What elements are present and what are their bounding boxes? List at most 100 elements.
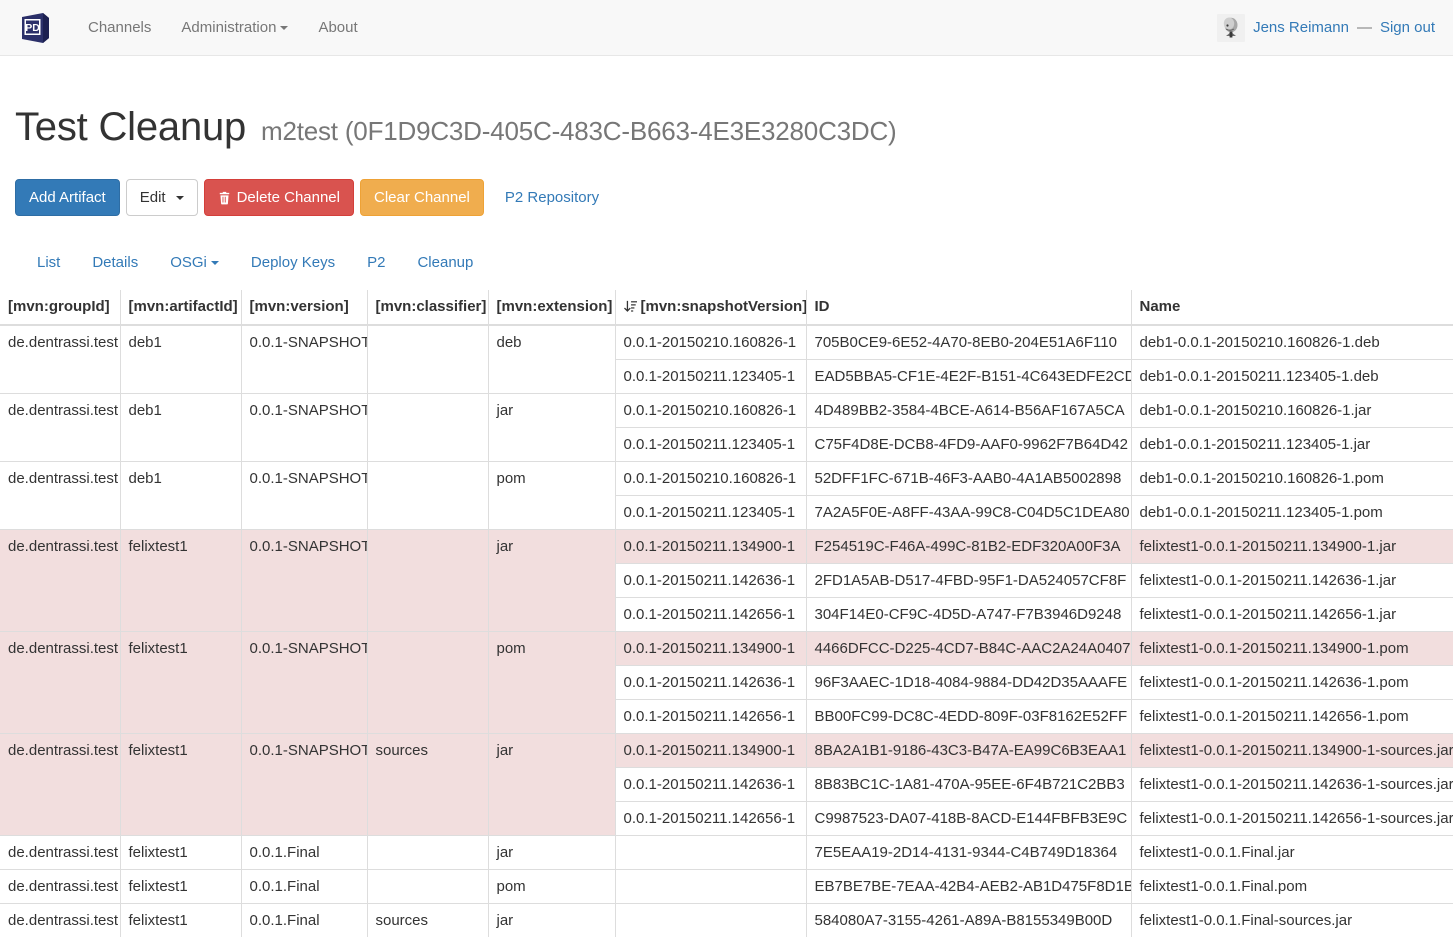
artifactid-cell: deb1 bbox=[120, 394, 241, 462]
chevron-down-icon bbox=[280, 26, 288, 30]
chevron-down-icon bbox=[211, 261, 219, 265]
tab-list-label: List bbox=[37, 254, 60, 271]
id-cell: 8BA2A1B1-9186-43C3-B47A-EA99C6B3EAA1 bbox=[806, 734, 1131, 768]
snapshotversion-cell: 0.0.1-20150211.142656-1 bbox=[615, 700, 806, 734]
delete-channel-button[interactable]: Delete Channel bbox=[204, 179, 354, 216]
col-header-classifier-label: [mvn:classifier] bbox=[376, 298, 487, 315]
name-cell: deb1-0.0.1-20150211.123405-1.pom bbox=[1131, 496, 1453, 530]
edit-label: Edit bbox=[140, 187, 166, 208]
col-header-snapshotversion[interactable]: [mvn:snapshotVersion] bbox=[615, 290, 806, 325]
user-area: Jens Reimann — Sign out bbox=[1217, 14, 1435, 42]
trash-icon bbox=[218, 191, 231, 205]
id-cell: C9987523-DA07-418B-8ACD-E144FBFB3E9C bbox=[806, 802, 1131, 836]
table-row[interactable]: de.dentrassi.testdeb10.0.1-SNAPSHOTpom0.… bbox=[0, 462, 1453, 496]
groupid-cell: de.dentrassi.test bbox=[0, 870, 120, 904]
name-cell: deb1-0.0.1-20150210.160826-1.jar bbox=[1131, 394, 1453, 428]
snapshotversion-cell bbox=[615, 904, 806, 937]
id-cell: 705B0CE9-6E52-4A70-8EB0-204E51A6F110 bbox=[806, 325, 1131, 360]
page-container: Test Cleanup m2test (0F1D9C3D-405C-483C-… bbox=[0, 56, 1453, 281]
sign-out-link[interactable]: Sign out bbox=[1380, 19, 1435, 36]
table-row[interactable]: de.dentrassi.testdeb10.0.1-SNAPSHOTdeb0.… bbox=[0, 325, 1453, 360]
nav-item-administration[interactable]: Administration bbox=[166, 0, 303, 56]
clear-channel-button[interactable]: Clear Channel bbox=[360, 179, 484, 216]
nav-item-channels-label: Channels bbox=[88, 19, 151, 36]
svg-text:PD: PD bbox=[25, 22, 40, 34]
avatar-image-icon bbox=[1217, 14, 1245, 42]
table-row[interactable]: de.dentrassi.testfelixtest10.0.1-SNAPSHO… bbox=[0, 734, 1453, 768]
table-row[interactable]: de.dentrassi.testfelixtest10.0.1.Finalpo… bbox=[0, 870, 1453, 904]
classifier-cell bbox=[367, 462, 488, 530]
brand-logo[interactable]: PD bbox=[15, 8, 55, 48]
col-header-groupid[interactable]: [mvn:groupId] bbox=[0, 290, 120, 325]
col-header-version[interactable]: [mvn:version] bbox=[241, 290, 367, 325]
table-row[interactable]: de.dentrassi.testfelixtest10.0.1-SNAPSHO… bbox=[0, 530, 1453, 564]
id-cell: 584080A7-3155-4261-A89A-B8155349B00D bbox=[806, 904, 1131, 937]
name-cell: felixtest1-0.0.1.Final.pom bbox=[1131, 870, 1453, 904]
pd-cube-icon: PD bbox=[18, 11, 52, 45]
snapshotversion-cell: 0.0.1-20150211.142636-1 bbox=[615, 666, 806, 700]
tab-osgi[interactable]: OSGi bbox=[154, 244, 235, 281]
groupid-cell: de.dentrassi.test bbox=[0, 462, 120, 530]
extension-cell: jar bbox=[488, 734, 615, 836]
artifactid-cell: felixtest1 bbox=[120, 734, 241, 836]
classifier-cell: sources bbox=[367, 734, 488, 836]
id-cell: C75F4D8E-DCB8-4FD9-AAF0-9962F7B64D42 bbox=[806, 428, 1131, 462]
add-artifact-button[interactable]: Add Artifact bbox=[15, 179, 120, 216]
snapshotversion-cell: 0.0.1-20150211.123405-1 bbox=[615, 360, 806, 394]
table-row[interactable]: de.dentrassi.testdeb10.0.1-SNAPSHOTjar0.… bbox=[0, 394, 1453, 428]
id-cell: 7A2A5F0E-A8FF-43AA-99C8-C04D5C1DEA80 bbox=[806, 496, 1131, 530]
col-header-name[interactable]: Name bbox=[1131, 290, 1453, 325]
id-cell: 8B83BC1C-1A81-470A-95EE-6F4B721C2BB3 bbox=[806, 768, 1131, 802]
edit-dropdown-button[interactable]: Edit bbox=[126, 179, 198, 216]
col-header-id[interactable]: ID bbox=[806, 290, 1131, 325]
user-name-link[interactable]: Jens Reimann bbox=[1253, 19, 1349, 36]
extension-cell: jar bbox=[488, 836, 615, 870]
classifier-cell bbox=[367, 394, 488, 462]
artifactid-cell: deb1 bbox=[120, 325, 241, 394]
snapshotversion-cell: 0.0.1-20150211.123405-1 bbox=[615, 428, 806, 462]
extension-cell: pom bbox=[488, 870, 615, 904]
name-cell: felixtest1-0.0.1-20150211.142656-1.pom bbox=[1131, 700, 1453, 734]
col-header-extension[interactable]: [mvn:extension] bbox=[488, 290, 615, 325]
table-row[interactable]: de.dentrassi.testfelixtest10.0.1-SNAPSHO… bbox=[0, 632, 1453, 666]
add-artifact-label: Add Artifact bbox=[29, 187, 106, 208]
groupid-cell: de.dentrassi.test bbox=[0, 734, 120, 836]
snapshotversion-cell: 0.0.1-20150211.142656-1 bbox=[615, 598, 806, 632]
groupid-cell: de.dentrassi.test bbox=[0, 836, 120, 870]
classifier-cell bbox=[367, 325, 488, 394]
tab-list[interactable]: List bbox=[21, 244, 76, 281]
col-header-artifactid[interactable]: [mvn:artifactId] bbox=[120, 290, 241, 325]
artifactid-cell: felixtest1 bbox=[120, 632, 241, 734]
groupid-cell: de.dentrassi.test bbox=[0, 904, 120, 937]
chevron-down-icon bbox=[176, 196, 184, 200]
table-header-row: [mvn:groupId] [mvn:artifactId] [mvn:vers… bbox=[0, 290, 1453, 325]
table-head: [mvn:groupId] [mvn:artifactId] [mvn:vers… bbox=[0, 290, 1453, 325]
col-header-classifier[interactable]: [mvn:classifier] bbox=[367, 290, 488, 325]
tab-deploy-keys[interactable]: Deploy Keys bbox=[235, 244, 351, 281]
tab-cleanup[interactable]: Cleanup bbox=[401, 244, 489, 281]
col-header-snapshotversion-label: [mvn:snapshotVersion] bbox=[641, 298, 807, 315]
table-row[interactable]: de.dentrassi.testfelixtest10.0.1.Finalja… bbox=[0, 836, 1453, 870]
id-cell: F254519C-F46A-499C-81B2-EDF320A00F3A bbox=[806, 530, 1131, 564]
id-cell: 2FD1A5AB-D517-4FBD-95F1-DA524057CF8F bbox=[806, 564, 1131, 598]
name-cell: felixtest1-0.0.1-20150211.134900-1.pom bbox=[1131, 632, 1453, 666]
p2-repository-link[interactable]: P2 Repository bbox=[490, 179, 613, 216]
classifier-cell bbox=[367, 870, 488, 904]
nav-item-about[interactable]: About bbox=[303, 0, 372, 56]
nav-item-channels[interactable]: Channels bbox=[73, 0, 166, 56]
classifier-cell bbox=[367, 836, 488, 870]
classifier-cell bbox=[367, 632, 488, 734]
tab-details[interactable]: Details bbox=[76, 244, 154, 281]
version-cell: 0.0.1-SNAPSHOT bbox=[241, 462, 367, 530]
tab-p2[interactable]: P2 bbox=[351, 244, 401, 281]
groupid-cell: de.dentrassi.test bbox=[0, 325, 120, 394]
snapshotversion-cell: 0.0.1-20150211.142636-1 bbox=[615, 768, 806, 802]
id-cell: 304F14E0-CF9C-4D5D-A747-F7B3946D9248 bbox=[806, 598, 1131, 632]
extension-cell: jar bbox=[488, 904, 615, 937]
tab-details-label: Details bbox=[92, 254, 138, 271]
name-cell: felixtest1-0.0.1-20150211.142636-1-sourc… bbox=[1131, 768, 1453, 802]
primary-nav: Channels Administration About bbox=[73, 0, 373, 56]
artifactid-cell: felixtest1 bbox=[120, 870, 241, 904]
id-cell: BB00FC99-DC8C-4EDD-809F-03F8162E52FF bbox=[806, 700, 1131, 734]
table-row[interactable]: de.dentrassi.testfelixtest10.0.1.Finalso… bbox=[0, 904, 1453, 937]
